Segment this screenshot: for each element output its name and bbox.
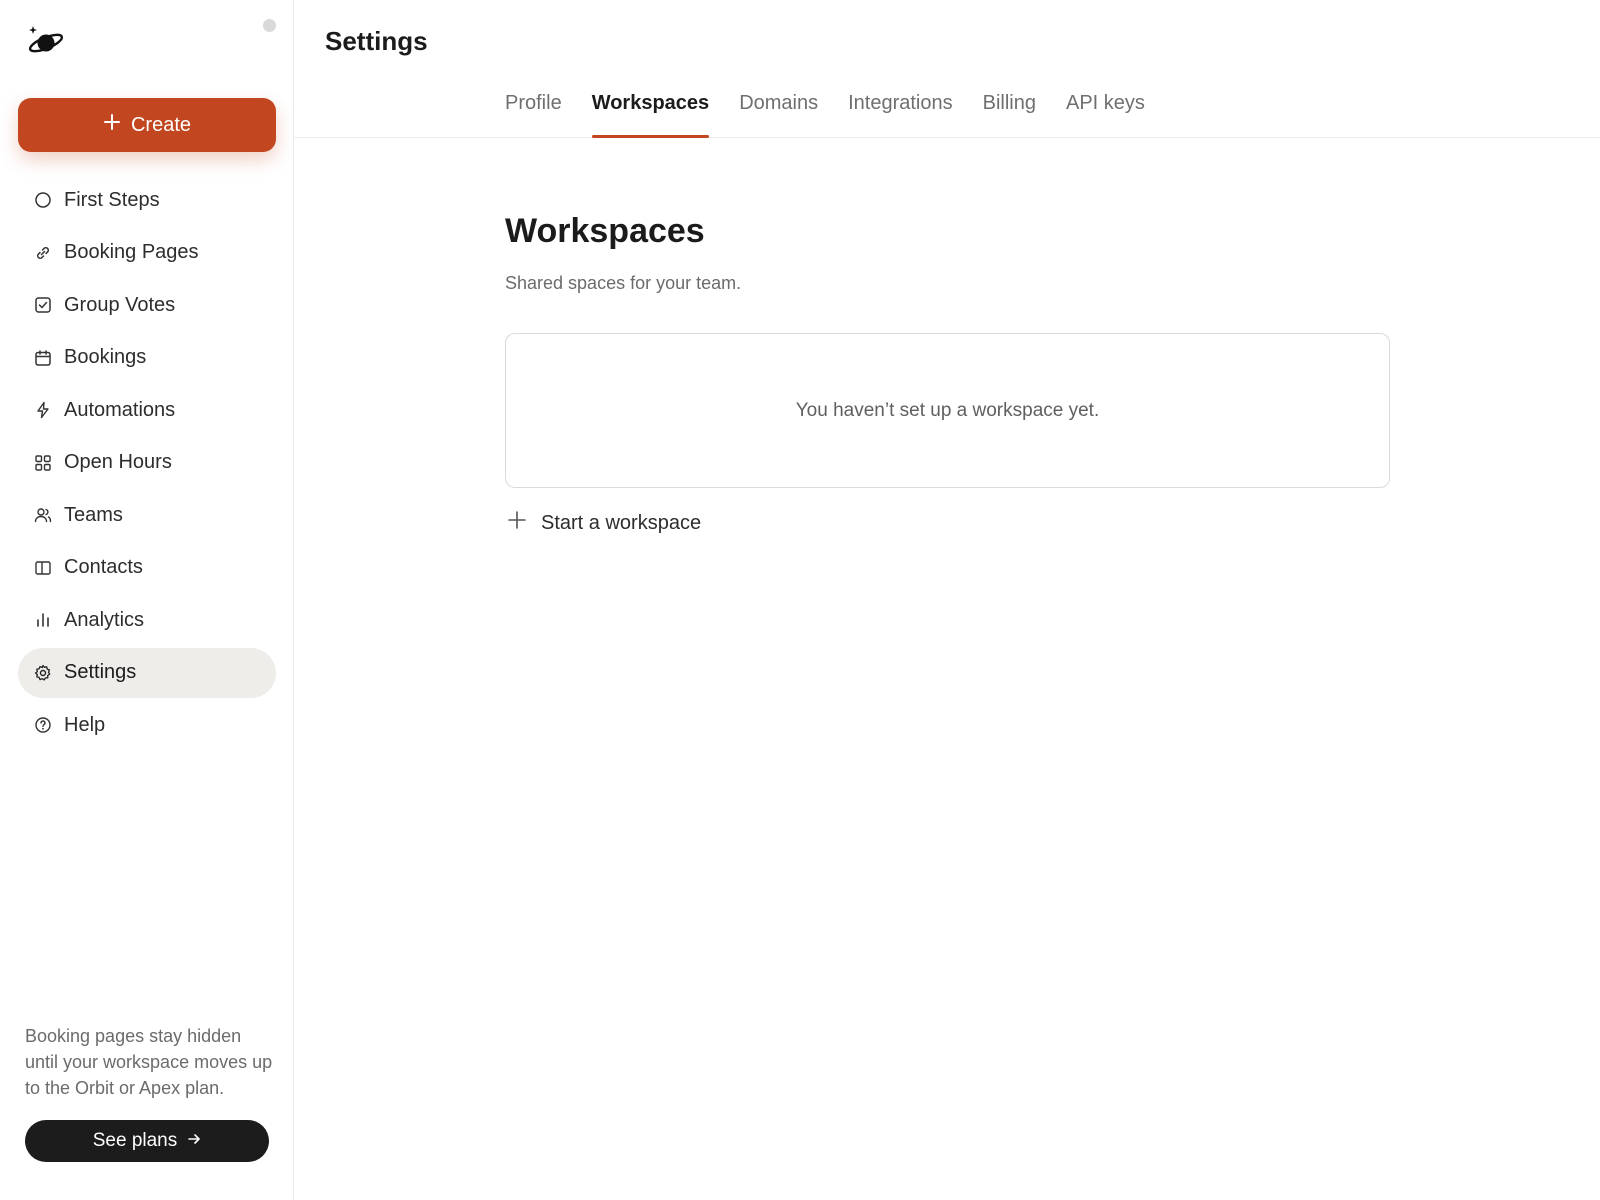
app-root: Create First Steps Booking Pages Group V…	[0, 0, 1600, 1200]
sidebar-item-first-steps[interactable]: First Steps	[18, 175, 276, 225]
sidebar-item-label: Group Votes	[64, 293, 176, 316]
lightning-icon	[33, 400, 53, 420]
page-title: Settings	[325, 26, 428, 56]
sidebar-item-bookings[interactable]: Bookings	[18, 333, 276, 383]
see-plans-label: See plans	[92, 1130, 178, 1151]
planet-logo-icon[interactable]	[26, 22, 66, 58]
status-dot	[263, 19, 276, 32]
see-plans-button[interactable]: See plans	[25, 1120, 269, 1162]
link-icon	[33, 243, 53, 263]
checkbox-icon	[33, 295, 53, 315]
start-workspace-button[interactable]: Start a workspace	[507, 510, 701, 536]
sidebar-item-label: First Steps	[64, 188, 160, 211]
users-icon	[33, 505, 53, 525]
grid-icon	[33, 453, 53, 473]
tab-workspaces[interactable]: Workspaces	[591, 90, 710, 138]
empty-state-text: You haven’t set up a workspace yet.	[795, 399, 1100, 421]
sidebar-item-label: Settings	[64, 661, 137, 683]
sidebar-item-label: Teams	[64, 503, 123, 526]
tab-domains[interactable]: Domains	[739, 90, 818, 138]
sidebar-item-label: Analytics	[64, 608, 145, 631]
sidebar-item-label: Bookings	[64, 346, 147, 368]
sidebar-item-automations[interactable]: Automations	[18, 385, 276, 435]
plus-icon	[507, 510, 527, 536]
sidebar-item-analytics[interactable]: Analytics	[18, 595, 276, 645]
sidebar-item-settings[interactable]: Settings	[18, 647, 276, 698]
tab-profile[interactable]: Profile	[505, 90, 562, 138]
empty-state-box: You haven’t set up a workspace yet.	[505, 333, 1390, 488]
sidebar-item-help[interactable]: Help	[18, 700, 276, 750]
sidebar-item-label: Help	[64, 713, 106, 736]
tab-integrations[interactable]: Integrations	[848, 90, 953, 138]
help-circle-icon	[33, 715, 53, 735]
sidebar-item-group-votes[interactable]: Group Votes	[18, 280, 276, 330]
sidebar-item-contacts[interactable]: Contacts	[18, 543, 276, 593]
sidebar-item-booking-pages[interactable]: Booking Pages	[18, 228, 276, 278]
section-title: Workspaces	[505, 212, 705, 250]
book-icon	[33, 558, 53, 578]
create-button[interactable]: Create	[18, 98, 276, 152]
tab-api-keys[interactable]: API keys	[1066, 90, 1145, 138]
sidebar: Create First Steps Booking Pages Group V…	[0, 0, 294, 1200]
main-content: Settings Profile Workspaces Domains Inte…	[294, 0, 1600, 1200]
sidebar-item-teams[interactable]: Teams	[18, 490, 276, 540]
calendar-icon	[33, 348, 53, 368]
plus-icon	[103, 113, 121, 137]
tab-billing[interactable]: Billing	[983, 90, 1036, 138]
arrow-right-icon	[187, 1130, 201, 1152]
upgrade-note: Booking pages stay hidden until your wor…	[25, 1026, 273, 1098]
bar-chart-icon	[33, 610, 53, 630]
sidebar-nav: First Steps Booking Pages Group Votes Bo…	[18, 175, 276, 753]
gear-icon	[33, 663, 53, 683]
settings-tabs: Profile Workspaces Domains Integrations …	[505, 90, 1145, 138]
section-subtitle: Shared spaces for your team.	[505, 273, 742, 293]
circle-icon	[33, 190, 53, 210]
sidebar-item-label: Contacts	[64, 556, 143, 578]
sidebar-item-label: Booking Pages	[64, 241, 199, 263]
create-button-label: Create	[130, 113, 192, 136]
sidebar-item-open-hours[interactable]: Open Hours	[18, 438, 276, 488]
sidebar-item-label: Automations	[64, 398, 176, 421]
start-workspace-label: Start a workspace	[541, 511, 702, 534]
sidebar-item-label: Open Hours	[64, 451, 172, 473]
settings-tabs-bar: Profile Workspaces Domains Integrations …	[294, 80, 1600, 138]
